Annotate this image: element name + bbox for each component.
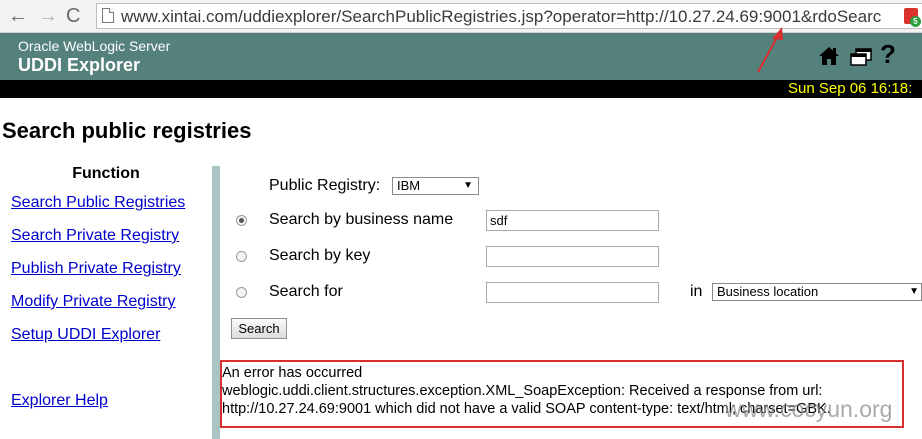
sidebar-heading: Function bbox=[72, 165, 140, 182]
search-button[interactable]: Search bbox=[231, 318, 287, 339]
reload-icon[interactable]: C bbox=[66, 5, 80, 27]
radio-search-for[interactable] bbox=[236, 287, 247, 298]
app-title: UDDI Explorer bbox=[18, 55, 141, 75]
app-header: Oracle WebLogic Server UDDI Explorer ? bbox=[0, 33, 922, 80]
public-registry-select-value: IBM bbox=[397, 178, 421, 193]
datetime: Sun Sep 06 16:18: bbox=[788, 80, 913, 97]
key-input[interactable] bbox=[486, 246, 659, 267]
status-bar: Sun Sep 06 16:18: bbox=[0, 80, 922, 98]
home-icon[interactable] bbox=[818, 45, 840, 72]
radio-search-by-key[interactable] bbox=[236, 251, 247, 262]
sidebar-link-modify-private-registry[interactable]: Modify Private Registry bbox=[11, 293, 176, 311]
search-by-business-name-label: Search by business name bbox=[269, 211, 454, 228]
public-registry-label: Public Registry: bbox=[269, 177, 381, 194]
sidebar-link-setup-uddi-explorer[interactable]: Setup UDDI Explorer bbox=[11, 326, 160, 344]
extension-badge: 5 bbox=[910, 16, 921, 27]
sidebar-link-search-public-registries[interactable]: Search Public Registries bbox=[11, 194, 185, 212]
search-in-select[interactable]: Business location ▼ bbox=[712, 283, 922, 301]
page-icon bbox=[102, 8, 114, 23]
in-label: in bbox=[690, 283, 703, 300]
sidebar-link-explorer-help[interactable]: Explorer Help bbox=[11, 392, 108, 410]
sidebar-divider bbox=[212, 166, 220, 439]
address-bar-url[interactable]: www.xintai.com/uddiexplorer/SearchPublic… bbox=[121, 7, 881, 27]
public-registry-select[interactable]: IBM ▼ bbox=[392, 177, 479, 195]
chevron-down-icon: ▼ bbox=[463, 180, 473, 191]
product-name: Oracle WebLogic Server bbox=[18, 38, 171, 54]
search-in-select-value: Business location bbox=[717, 284, 819, 299]
windows-icon[interactable] bbox=[849, 48, 873, 71]
browser-toolbar: ← → C www.xintai.com/uddiexplorer/Search… bbox=[0, 0, 922, 33]
forward-arrow-icon[interactable]: → bbox=[38, 5, 58, 27]
error-title: An error has occurred bbox=[222, 365, 363, 381]
search-by-key-label: Search by key bbox=[269, 247, 371, 264]
search-for-input[interactable] bbox=[486, 282, 659, 303]
sidebar-link-search-private-registry[interactable]: Search Private Registry bbox=[11, 227, 179, 245]
business-name-input[interactable]: sdf bbox=[486, 210, 659, 231]
chevron-down-icon: ▼ bbox=[909, 286, 919, 297]
help-icon[interactable]: ? bbox=[880, 39, 896, 70]
radio-search-by-business-name[interactable] bbox=[236, 215, 247, 226]
watermark: www.cocyun.org bbox=[725, 396, 893, 422]
address-bar[interactable]: www.xintai.com/uddiexplorer/SearchPublic… bbox=[96, 3, 922, 29]
sidebar-link-publish-private-registry[interactable]: Publish Private Registry bbox=[11, 260, 181, 278]
search-for-label: Search for bbox=[269, 283, 343, 300]
back-arrow-icon[interactable]: ← bbox=[8, 5, 28, 27]
page-title: Search public registries bbox=[2, 118, 252, 143]
